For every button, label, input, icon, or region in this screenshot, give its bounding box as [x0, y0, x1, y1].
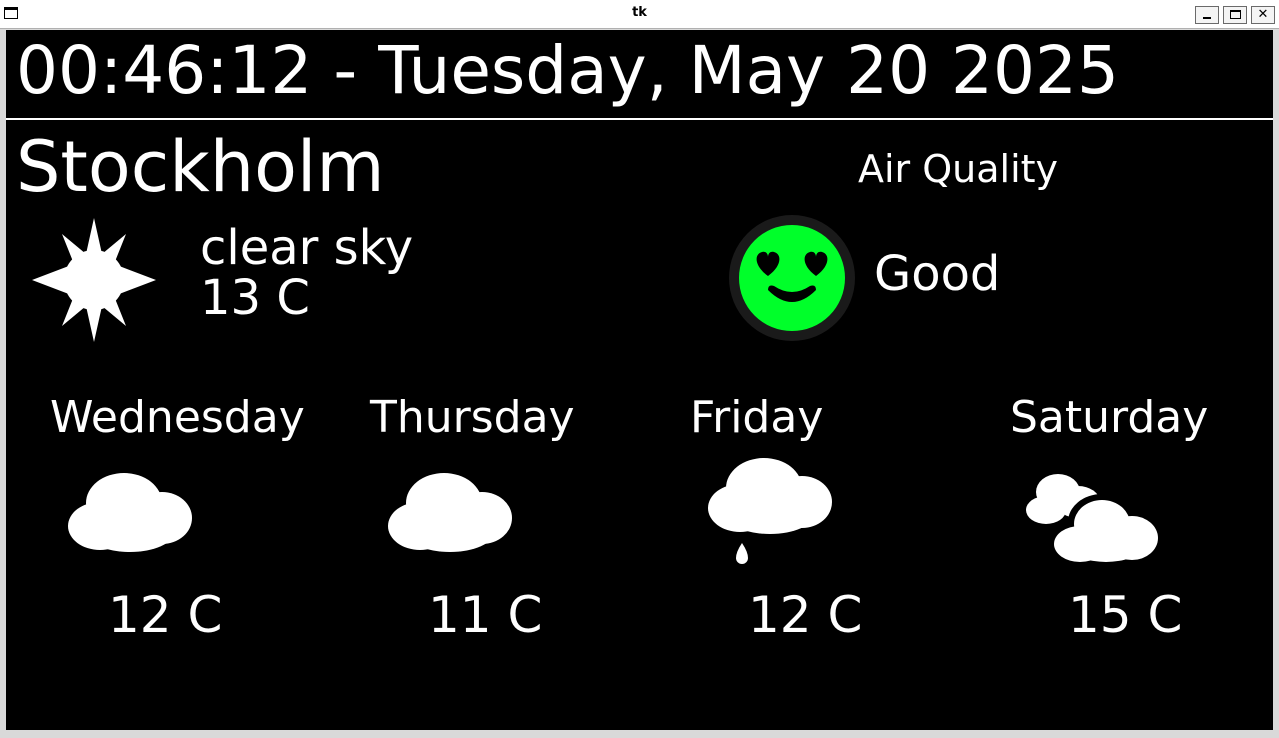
weather-display: 00:46:12 - Tuesday, May 20 2025 Stockhol…	[6, 30, 1273, 730]
app-window: tk 00:46:12 - Tuesday, May 20 2025 Stock…	[0, 0, 1279, 738]
close-button[interactable]	[1251, 6, 1275, 24]
cloud-icon	[68, 473, 192, 552]
clock-label: 00:46:12 - Tuesday, May 20 2025	[16, 32, 1120, 109]
forecast-temperature: 15 C	[1068, 586, 1183, 644]
minimize-button[interactable]	[1195, 6, 1219, 24]
forecast-day-label: Thursday	[370, 392, 575, 443]
forecast-day-label: Saturday	[1010, 392, 1209, 443]
cloud-icon	[388, 473, 512, 552]
maximize-button[interactable]	[1223, 6, 1247, 24]
window-title: tk	[632, 5, 647, 20]
forecast-day-label: Wednesday	[50, 392, 305, 443]
window-controls	[1195, 6, 1275, 24]
city-name: Stockholm	[16, 126, 385, 208]
title-bar[interactable]: tk	[0, 0, 1279, 29]
forecast-temperature: 12 C	[748, 586, 863, 644]
forecast-temperature: 12 C	[108, 586, 223, 644]
forecast-temperature: 11 C	[428, 586, 543, 644]
sun-icon	[32, 218, 156, 342]
air-quality-value: Good	[874, 246, 1001, 302]
current-temperature: 13 C	[200, 270, 310, 326]
air-quality-title: Air Quality	[858, 147, 1059, 191]
rain-cloud-icon	[708, 458, 832, 564]
current-condition: clear sky	[200, 220, 414, 276]
header-divider	[6, 118, 1273, 120]
partly-cloudy-icon	[1026, 474, 1158, 562]
smiley-heart-eyes-icon	[729, 215, 855, 341]
forecast-day-label: Friday	[690, 392, 824, 443]
